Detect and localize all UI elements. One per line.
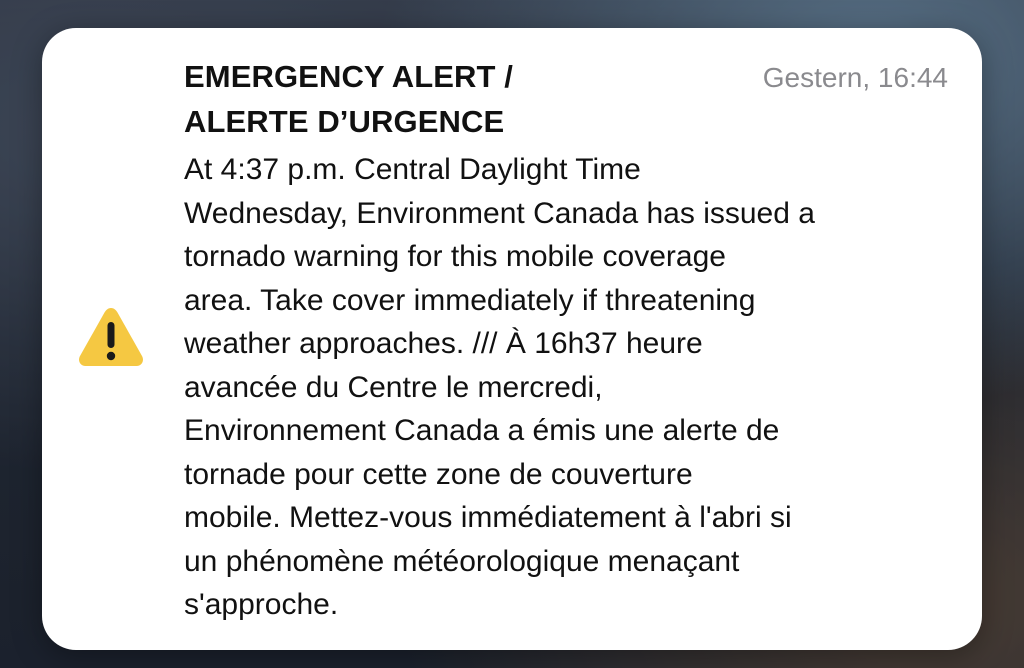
message-line: un phénomène météorologique menaçant: [184, 544, 740, 578]
warning-icon: [79, 308, 143, 366]
message-line: Environnement Canada a émis une alerte d…: [184, 414, 780, 447]
message-line: avancée du Centre le mercredi,: [184, 370, 603, 404]
message-line: mobile. Mettez-vous immédiatement à l'ab…: [184, 501, 792, 534]
message-line: Wednesday, Environment Canada has issued…: [184, 196, 815, 230]
emergency-alert-notification[interactable]: EMERGENCY ALERT / ALERTE D’URGENCE Geste…: [42, 28, 982, 650]
alert-title: EMERGENCY ALERT / ALERTE D’URGENCE: [184, 59, 513, 139]
alert-content: EMERGENCY ALERT / ALERTE D’URGENCE Geste…: [184, 54, 954, 627]
message-line: tornade pour cette zone de couverture: [184, 457, 693, 491]
alert-header: EMERGENCY ALERT / ALERTE D’URGENCE Geste…: [184, 54, 954, 150]
message-line: At 4:37 p.m. Central Daylight Time: [184, 153, 641, 186]
message-line: tornado warning for this mobile coverage: [184, 240, 726, 273]
message-line: area. Take cover immediately if threaten…: [184, 283, 756, 317]
message-line: s'approche.: [184, 588, 339, 621]
message-line: weather approaches. /// À 16h37 heure: [184, 327, 703, 360]
alert-message: At 4:37 p.m. Central Daylight Time Wedne…: [184, 148, 954, 627]
alert-timestamp: Gestern, 16:44: [762, 62, 948, 93]
